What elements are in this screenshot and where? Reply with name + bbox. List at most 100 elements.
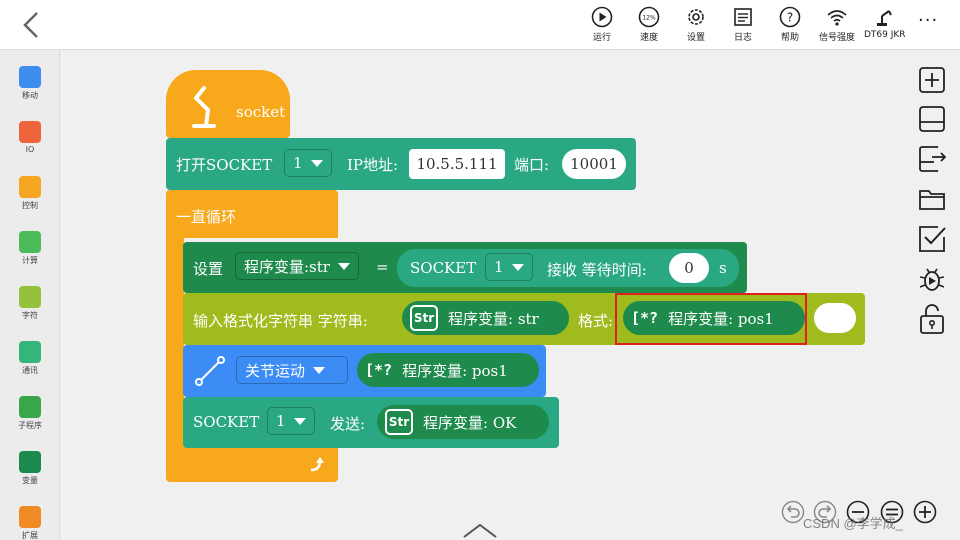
open-socket-block[interactable]: 打开SOCKET 1 IP地址: 10.5.5.111 端口: 10001 [166,138,636,190]
category-label: 字符 [22,311,38,320]
speed-value: 12% [642,15,656,22]
equals-label: = [376,258,389,276]
run-label: 运行 [592,33,611,43]
log-label: 日志 [733,33,752,43]
help-button[interactable]: ? 帮助 [770,6,810,48]
save-icon[interactable] [918,105,946,133]
str-variable-pill[interactable]: Str 程序变量: str [402,301,569,335]
log-button[interactable]: 日志 [723,6,763,48]
save-as-icon[interactable] [918,145,946,173]
category-label: 变量 [22,476,38,485]
category-move[interactable]: 移动 [10,66,50,106]
subprogram-icon [19,396,41,418]
speed-button[interactable]: 12% 速度 [629,6,669,48]
settings-button[interactable]: 设置 [676,6,716,48]
send-socket-label: SOCKET [193,413,260,431]
help-icon: ? [779,6,801,28]
socket-receive-block[interactable]: SOCKET 1 接收 等待时间: 0 s [397,249,739,287]
help-label: 帮助 [780,33,799,43]
recv-label: 接收 等待时间: [547,261,647,279]
category-label: 子程序 [18,421,42,430]
var-value: 程序变量:str [244,257,330,276]
category-extension[interactable]: 扩展 [10,506,50,540]
category-label: 控制 [22,201,38,210]
extra-input[interactable] [814,303,856,333]
string-icon [19,286,41,308]
gear-icon [688,9,704,25]
fmt-label: 格式: [578,312,614,330]
str-var-label: 程序变量: str [448,309,539,328]
send-socket-dropdown[interactable]: 1 [267,407,315,435]
socket-send-block[interactable]: SOCKET 1 发送: Str 程序变量: OK [183,397,559,448]
folder-icon[interactable] [918,185,946,213]
unit-label: s [719,259,727,277]
format-string-block[interactable]: 输入格式化字符串 字符串: Str 程序变量: str 格式: [*? 程序变量… [183,293,865,345]
back-arrow-icon[interactable] [20,10,42,40]
loop-label: 一直循环 [176,208,237,226]
socket-id-dropdown[interactable]: 1 [284,149,332,177]
list-icon: [*? [365,361,393,379]
recv-socket-value: 1 [494,258,504,276]
run-button[interactable]: 运行 [582,6,622,48]
string-icon: Str [410,305,438,331]
checklist-icon[interactable] [918,225,946,253]
joint-var-label: 程序变量: pos1 [402,361,508,380]
fmt-variable-pill[interactable]: [*? 程序变量: pos1 [623,301,805,335]
more-menu-icon[interactable]: ··· [918,10,938,31]
settings-label: 设置 [686,33,705,43]
signal-label: 信号强度 [818,33,855,43]
motion-mode-dropdown[interactable]: 关节运动 [236,356,348,384]
format-label: 输入格式化字符串 字符串: [193,312,368,330]
chevron-down-icon [293,417,306,425]
category-label: IO [25,145,35,154]
send-var-pill[interactable]: Str 程序变量: OK [377,405,549,439]
set-variable-block[interactable]: 设置 程序变量:str = SOCKET 1 接收 等待时间: 0 s [183,242,747,293]
port-input[interactable]: 10001 [562,149,626,179]
loop-end [166,446,338,482]
category-string[interactable]: 字符 [10,286,50,326]
joint-motion-icon [195,356,225,386]
unlock-icon[interactable] [918,303,946,335]
socket-label: SOCKET [410,259,477,277]
send-label: 发送: [330,415,366,433]
robot-label: DT69 JKR [864,30,906,40]
signal-button[interactable]: 信号强度 [817,6,857,48]
chevron-down-icon [511,263,524,271]
loop-arrow-icon [310,457,324,472]
joint-var-pill[interactable]: [*? 程序变量: pos1 [357,353,539,387]
category-label: 通讯 [22,366,38,375]
calc-icon [19,231,41,253]
category-subprogram[interactable]: 子程序 [10,396,50,436]
play-icon [591,6,613,28]
category-control[interactable]: 控制 [10,176,50,216]
control-icon [19,176,41,198]
debug-bug-icon[interactable] [918,265,946,293]
category-variable[interactable]: 变量 [10,451,50,491]
loop-arm [166,238,184,448]
forever-loop-block[interactable]: 一直循环 [166,190,338,238]
motion-mode-value: 关节运动 [245,361,306,380]
robot-button[interactable]: DT69 JKR [864,6,906,48]
robot-arm-icon [192,86,216,128]
io-icon [19,121,41,143]
robot-arm-icon [877,10,892,26]
string-icon: Str [385,409,413,435]
add-icon[interactable] [918,66,946,94]
comm-icon [19,341,41,363]
fmt-var-label: 程序变量: pos1 [668,309,774,328]
undo-icon[interactable] [781,500,805,524]
socket-hat-block[interactable]: socket [166,70,290,138]
category-calc[interactable]: 计算 [10,231,50,271]
category-comm[interactable]: 通讯 [10,341,50,381]
zoom-in-icon[interactable] [913,500,937,524]
recv-socket-dropdown[interactable]: 1 [485,253,533,281]
var-dropdown[interactable]: 程序变量:str [235,252,359,280]
ip-input[interactable]: 10.5.5.111 [409,149,505,179]
wait-time-input[interactable]: 0 [669,253,709,283]
joint-motion-block[interactable]: 关节运动 [*? 程序变量: pos1 [183,345,546,397]
speed-label: 速度 [639,33,658,43]
category-io[interactable]: IO [10,121,50,161]
set-label: 设置 [193,260,224,278]
chevron-up-icon[interactable] [462,522,498,538]
send-var-label: 程序变量: OK [423,413,517,432]
